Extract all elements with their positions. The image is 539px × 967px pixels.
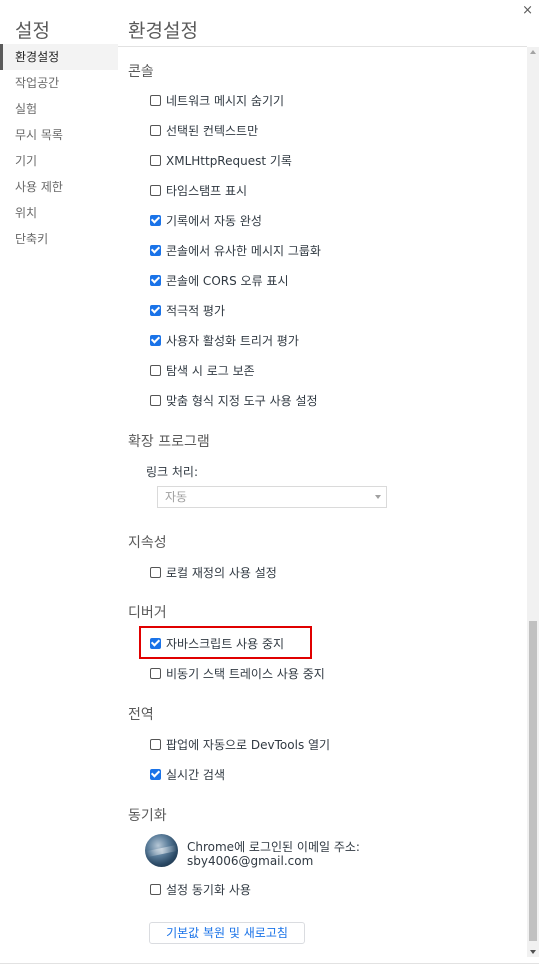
checkbox-box[interactable] xyxy=(150,274,161,286)
option-label: 비동기 스택 트레이스 사용 중지 xyxy=(166,666,325,681)
group-similar-messages-checkbox[interactable]: 콘솔에서 유사한 메시지 그룹화 xyxy=(150,240,321,260)
option-label: 콘솔에서 유사한 메시지 그룹화 xyxy=(166,243,321,258)
preserve-log-checkbox[interactable]: 탐색 시 로그 보존 xyxy=(150,360,255,380)
option-label: 로컬 재정의 사용 설정 xyxy=(166,565,277,580)
checkbox-box[interactable] xyxy=(150,667,161,679)
option-label: 네트워크 메시지 숨기기 xyxy=(166,93,285,108)
checkbox-box[interactable] xyxy=(150,124,161,136)
option-label: XMLHttpRequest 기록 xyxy=(166,153,292,168)
hide-network-messages-checkbox[interactable]: 네트워크 메시지 숨기기 xyxy=(150,90,284,110)
sidebar-item-preferences[interactable]: 환경설정 xyxy=(0,44,118,70)
option-label: 적극적 평가 xyxy=(166,303,226,318)
link-handling-select[interactable]: 자동 xyxy=(157,486,387,508)
option-label: 팝업에 자동으로 DevTools 열기 xyxy=(166,737,331,752)
option-label: 실시간 검색 xyxy=(166,767,226,782)
checkbox-box[interactable] xyxy=(150,883,161,895)
checkbox-box[interactable] xyxy=(150,154,161,166)
page-title: 환경설정 xyxy=(128,20,198,42)
main-panel: 환경설정 콘솔 네트워크 메시지 숨기기 선택된 컨텍스트만 XMLHttpRe… xyxy=(118,0,527,967)
checkbox-box[interactable] xyxy=(150,214,161,226)
checkbox-box[interactable] xyxy=(150,566,161,578)
scrollbar[interactable] xyxy=(527,47,539,957)
option-label: 자바스크립트 사용 중지 xyxy=(166,636,285,651)
disable-javascript-checkbox[interactable]: 자바스크립트 사용 중지 xyxy=(150,633,284,653)
option-label: 기록에서 자동 완성 xyxy=(166,213,262,228)
sidebar-item-locations[interactable]: 위치 xyxy=(0,200,118,226)
checkbox-box[interactable] xyxy=(150,738,161,750)
sidebar-item-ignore-list[interactable]: 무시 목록 xyxy=(0,122,118,148)
option-label: 설정 동기화 사용 xyxy=(166,882,251,897)
checkbox-box[interactable] xyxy=(150,637,161,649)
checkbox-box[interactable] xyxy=(150,334,161,346)
autocomplete-from-history-checkbox[interactable]: 기록에서 자동 완성 xyxy=(150,210,262,230)
evaluate-triggers-user-activation-checkbox[interactable]: 사용자 활성화 트리거 평가 xyxy=(150,330,299,350)
chevron-down-icon xyxy=(375,495,381,499)
enable-local-overrides-checkbox[interactable]: 로컬 재정의 사용 설정 xyxy=(150,562,277,582)
section-title-extensions: 확장 프로그램 xyxy=(128,434,210,450)
sidebar-list: 환경설정 작업공간 실험 무시 목록 기기 사용 제한 위치 단축키 xyxy=(0,44,118,252)
show-timestamps-checkbox[interactable]: 타임스탬프 표시 xyxy=(150,180,247,200)
disable-async-stack-traces-checkbox[interactable]: 비동기 스택 트레이스 사용 중지 xyxy=(150,663,325,683)
checkbox-box[interactable] xyxy=(150,94,161,106)
log-xmlhttprequests-checkbox[interactable]: XMLHttpRequest 기록 xyxy=(150,150,292,170)
checkbox-box[interactable] xyxy=(150,394,161,406)
sidebar-item-throttling[interactable]: 사용 제한 xyxy=(0,174,118,200)
bottom-divider xyxy=(0,963,539,964)
sidebar-item-shortcuts[interactable]: 단축키 xyxy=(0,226,118,252)
settings-content[interactable]: 콘솔 네트워크 메시지 숨기기 선택된 컨텍스트만 XMLHttpRequest… xyxy=(118,47,527,957)
section-title-global: 전역 xyxy=(128,707,154,723)
section-title-debugger: 디버거 xyxy=(128,605,167,621)
avatar xyxy=(145,834,178,867)
option-label: 사용자 활성화 트리거 평가 xyxy=(166,333,299,348)
checkbox-box[interactable] xyxy=(150,364,161,376)
selected-context-only-checkbox[interactable]: 선택된 컨텍스트만 xyxy=(150,120,258,140)
option-label: 콘솔에 CORS 오류 표시 xyxy=(166,273,289,288)
sidebar: 설정 환경설정 작업공간 실험 무시 목록 기기 사용 제한 위치 단축키 xyxy=(0,0,118,967)
checkbox-box[interactable] xyxy=(150,768,161,780)
sidebar-item-workspace[interactable]: 작업공간 xyxy=(0,70,118,96)
sidebar-item-devices[interactable]: 기기 xyxy=(0,148,118,174)
link-handling-label: 링크 처리: xyxy=(146,465,199,479)
scrollbar-thumb[interactable] xyxy=(529,621,537,941)
section-title-console: 콘솔 xyxy=(128,64,154,80)
checkbox-box[interactable] xyxy=(150,304,161,316)
enable-settings-sync-checkbox[interactable]: 설정 동기화 사용 xyxy=(150,879,251,899)
section-title-persistence: 지속성 xyxy=(128,535,167,551)
sidebar-item-experiments[interactable]: 실험 xyxy=(0,96,118,122)
custom-formatters-checkbox[interactable]: 맞춤 형식 지정 도구 사용 설정 xyxy=(150,390,318,410)
section-title-sync: 동기화 xyxy=(128,808,167,824)
scroll-up-arrow-icon[interactable] xyxy=(530,50,536,54)
eager-evaluation-checkbox[interactable]: 적극적 평가 xyxy=(150,300,225,320)
option-label: 탐색 시 로그 보존 xyxy=(166,363,255,378)
checkbox-box[interactable] xyxy=(150,184,161,196)
search-as-you-type-checkbox[interactable]: 실시간 검색 xyxy=(150,764,225,784)
show-cors-errors-checkbox[interactable]: 콘솔에 CORS 오류 표시 xyxy=(150,270,289,290)
scroll-down-arrow-icon[interactable] xyxy=(530,950,536,954)
checkbox-box[interactable] xyxy=(150,244,161,256)
signed-in-label: Chrome에 로그인된 이메일 주소: xyxy=(187,840,360,854)
option-label: 맞춤 형식 지정 도구 사용 설정 xyxy=(166,393,318,408)
option-label: 선택된 컨텍스트만 xyxy=(166,123,259,138)
option-label: 타임스탬프 표시 xyxy=(166,183,248,198)
link-handling-value: 자동 xyxy=(165,490,188,504)
signed-in-email: sby4006@gmail.com xyxy=(187,854,314,868)
restore-defaults-button[interactable]: 기본값 복원 및 새로고침 xyxy=(149,922,305,944)
auto-open-devtools-popups-checkbox[interactable]: 팝업에 자동으로 DevTools 열기 xyxy=(150,734,330,754)
sidebar-title: 설정 xyxy=(15,20,50,42)
